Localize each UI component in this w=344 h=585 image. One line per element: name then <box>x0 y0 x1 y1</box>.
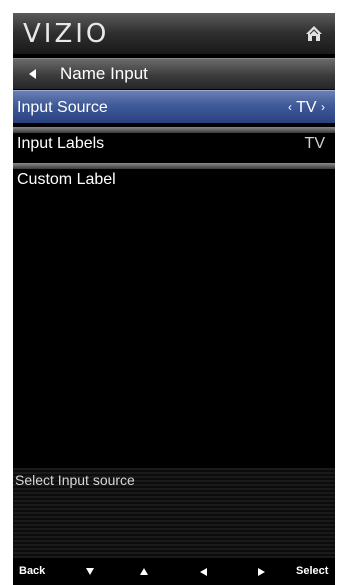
down-arrow-icon[interactable] <box>86 568 94 575</box>
back-button[interactable]: Back <box>19 565 45 577</box>
menu-item-custom-label[interactable]: Custom Label <box>13 163 335 195</box>
up-arrow-icon[interactable] <box>140 568 148 575</box>
remote-button-bar: Back Select <box>13 558 335 585</box>
menu-item-label: Input Source <box>17 99 108 116</box>
menu-list: Input Source ‹ TV › Input Labels TV Cust… <box>13 90 335 199</box>
submenu-title-bar[interactable]: Name Input <box>13 58 335 89</box>
help-text: Select Input source <box>15 472 135 488</box>
chevron-right-icon[interactable]: › <box>321 100 325 114</box>
vizio-logo: VIZIO <box>23 19 110 49</box>
chevron-left-icon[interactable]: ‹ <box>288 100 292 114</box>
menu-item-value: TV <box>304 135 325 152</box>
header-bar: VIZIO <box>13 13 335 54</box>
divider <box>13 163 335 169</box>
menu-item-input-labels[interactable]: Input Labels TV <box>13 127 335 159</box>
home-icon[interactable] <box>305 25 323 43</box>
page-title: Name Input <box>60 64 148 83</box>
left-arrow-icon[interactable] <box>200 568 207 576</box>
help-text-area: Select Input source <box>13 468 335 558</box>
menu-item-label: Custom Label <box>17 171 116 188</box>
menu-item-input-source[interactable]: Input Source ‹ TV › <box>13 90 335 123</box>
right-arrow-icon[interactable] <box>258 568 265 576</box>
menu-item-value: TV <box>296 99 317 116</box>
back-arrow-icon[interactable] <box>29 69 36 79</box>
divider <box>13 127 335 133</box>
tv-menu-panel: VIZIO Name Input Input Source ‹ TV › Inp… <box>13 13 335 585</box>
input-source-value[interactable]: ‹ TV › <box>288 99 325 117</box>
menu-item-label: Input Labels <box>17 135 105 152</box>
select-button[interactable]: Select <box>296 565 328 577</box>
